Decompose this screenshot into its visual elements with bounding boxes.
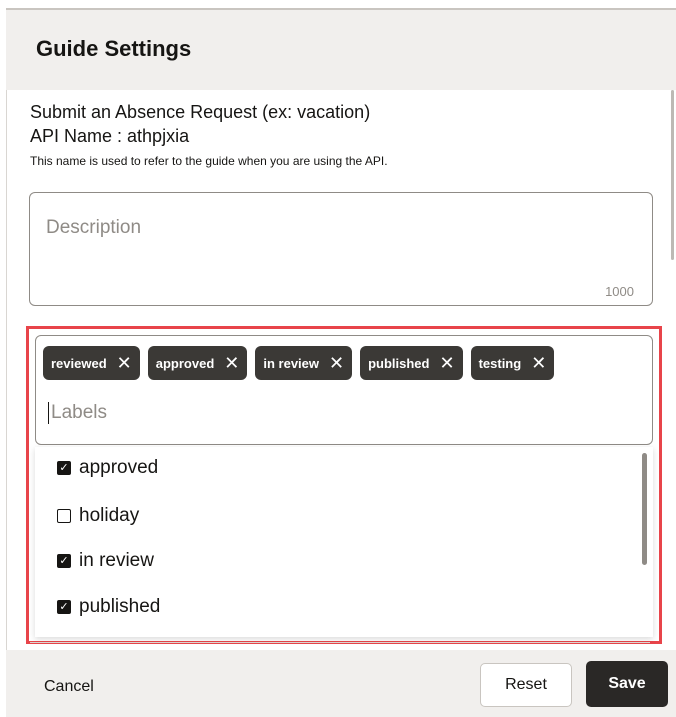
dialog-title: Guide Settings xyxy=(36,36,192,61)
checkbox-checked-icon[interactable]: ✓ xyxy=(57,461,71,475)
label-chip: testing ✕ xyxy=(470,346,555,380)
save-button[interactable]: Save xyxy=(586,661,668,707)
label-chip-text: testing xyxy=(478,355,522,371)
close-icon[interactable]: ✕ xyxy=(329,353,344,374)
labels-dropdown-list: ✓ approved holiday ✓ in review ✓ publish… xyxy=(35,447,653,637)
option-label: in review xyxy=(79,550,154,571)
close-icon[interactable]: ✕ xyxy=(531,353,546,374)
checkbox-empty-icon[interactable] xyxy=(57,509,71,523)
checkbox-checked-icon[interactable]: ✓ xyxy=(57,600,71,614)
option-label: approved xyxy=(79,457,159,478)
close-icon[interactable]: ✕ xyxy=(117,353,132,374)
label-chip: reviewed ✕ xyxy=(43,346,140,380)
description-char-count: 1000 xyxy=(605,284,634,299)
api-name-help: This name is used to refer to the guide … xyxy=(30,154,388,168)
dialog-header: Guide Settings xyxy=(6,8,676,90)
label-chip-text: reviewed xyxy=(51,355,107,371)
label-chips: reviewed ✕ approved ✕ in review ✕ publis… xyxy=(43,346,555,380)
dialog-scrollbar[interactable] xyxy=(671,90,674,260)
description-field[interactable]: Description 1000 xyxy=(29,192,653,306)
label-chip: approved ✕ xyxy=(147,346,248,380)
list-item[interactable]: ✓ approved xyxy=(57,457,158,479)
labels-input[interactable]: reviewed ✕ approved ✕ in review ✕ publis… xyxy=(35,335,653,445)
background-panel-edge xyxy=(0,8,7,717)
api-name: API Name : athpjxia xyxy=(30,126,190,146)
label-chip-text: in review xyxy=(263,355,319,371)
labels-highlight-frame: reviewed ✕ approved ✕ in review ✕ publis… xyxy=(26,326,662,644)
dropdown-scrollbar[interactable] xyxy=(642,453,647,565)
list-item[interactable]: holiday xyxy=(57,505,139,527)
label-chip-text: approved xyxy=(155,355,215,371)
labels-placeholder: Labels xyxy=(48,402,107,424)
list-item[interactable]: ✓ published xyxy=(57,596,160,618)
option-label: published xyxy=(79,596,161,617)
option-label: holiday xyxy=(79,505,140,526)
reset-button[interactable]: Reset xyxy=(480,663,572,707)
close-icon[interactable]: ✕ xyxy=(439,353,454,374)
cancel-button[interactable]: Cancel xyxy=(44,678,94,696)
dialog-footer: Cancel Reset Save xyxy=(6,650,676,717)
label-chip: published ✕ xyxy=(360,346,463,380)
close-icon[interactable]: ✕ xyxy=(224,353,239,374)
list-item[interactable]: ✓ in review xyxy=(57,550,154,572)
label-chip: in review ✕ xyxy=(255,346,353,380)
checkbox-checked-icon[interactable]: ✓ xyxy=(57,554,71,568)
label-chip-text: published xyxy=(368,355,430,371)
guide-name: Submit an Absence Request (ex: vacation) xyxy=(30,102,371,122)
description-placeholder: Description xyxy=(46,217,142,238)
